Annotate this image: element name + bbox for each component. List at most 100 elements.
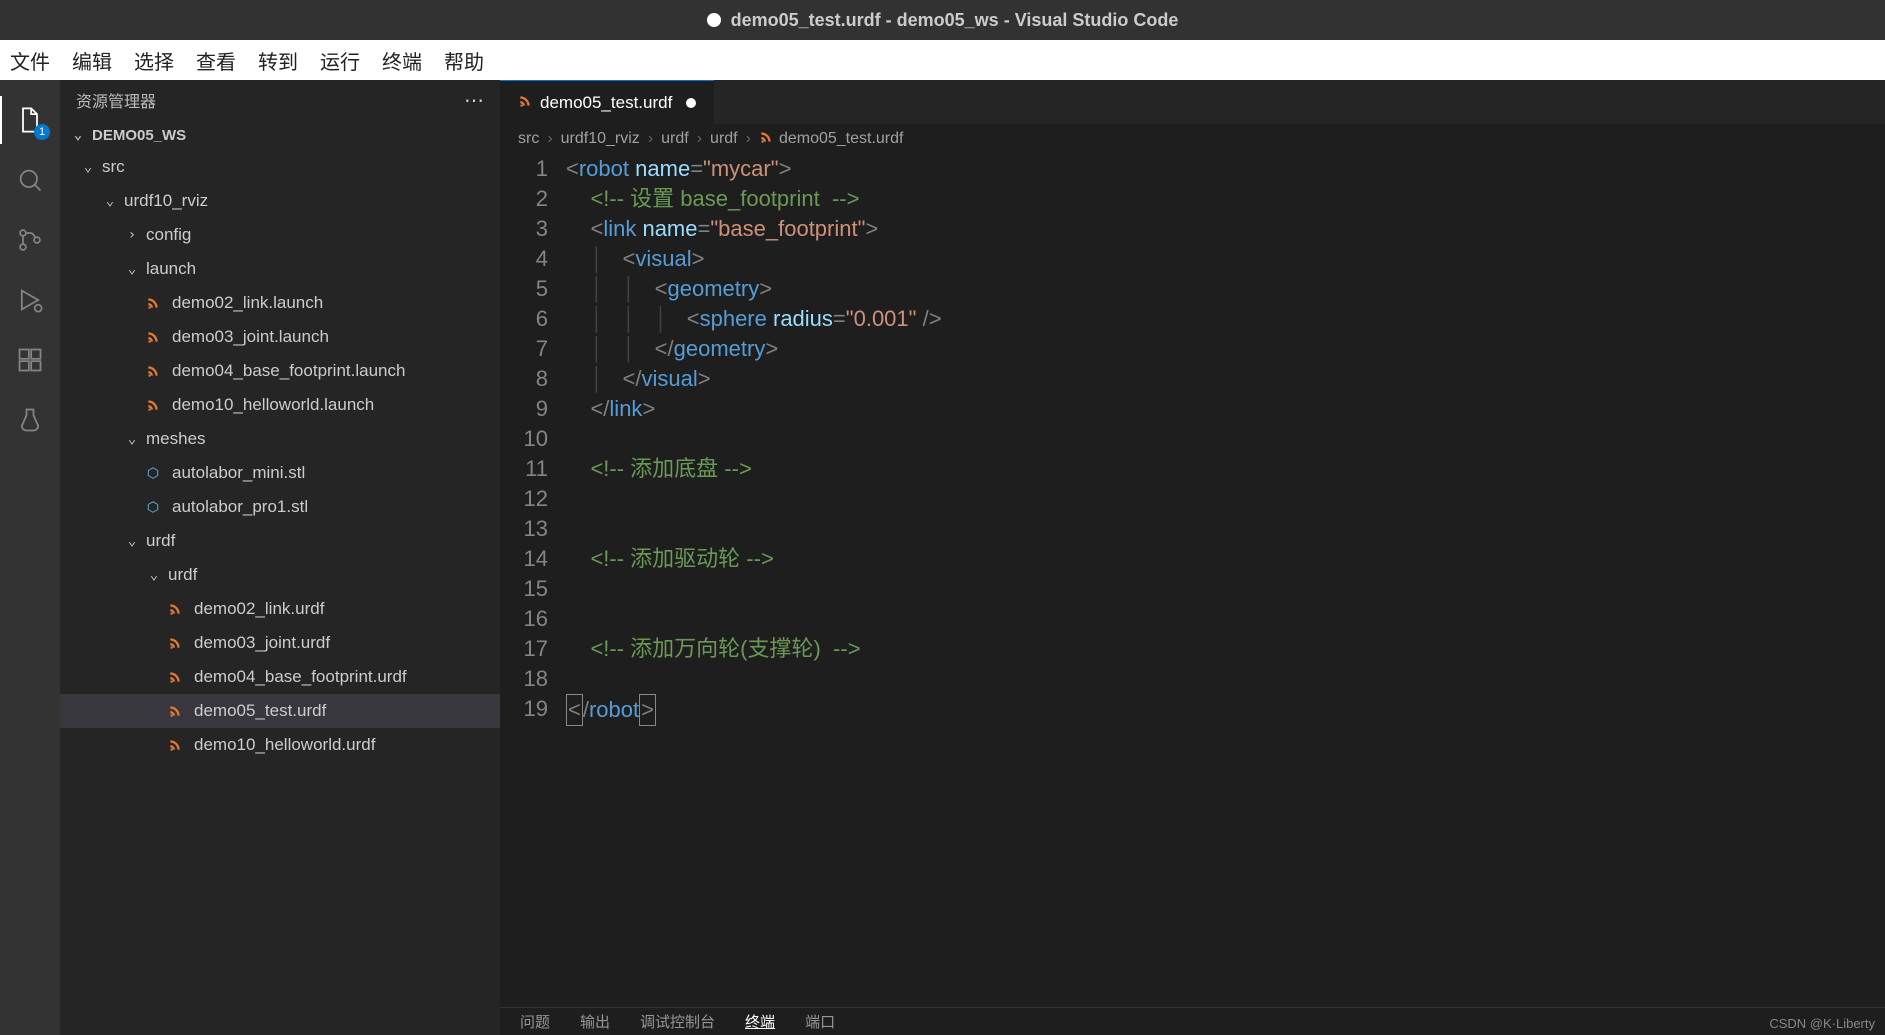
editor-tab[interactable]: demo05_test.urdf — [500, 80, 714, 124]
tree-file[interactable]: demo02_link.launch — [60, 286, 500, 320]
tree-label: demo05_test.urdf — [194, 701, 326, 721]
code-line[interactable]: </link> — [566, 394, 1885, 424]
stl-icon — [146, 466, 164, 480]
code-line[interactable]: │ │ </geometry> — [566, 334, 1885, 364]
tree-label: urdf — [168, 565, 197, 585]
line-number: 1 — [500, 154, 548, 184]
tree-folder[interactable]: ⌄launch — [60, 252, 500, 286]
code-line[interactable]: │ </visual> — [566, 364, 1885, 394]
menu-item[interactable]: 选择 — [134, 46, 174, 75]
menu-item[interactable]: 终端 — [382, 46, 422, 75]
code-line[interactable]: <robot name="mycar"> — [566, 154, 1885, 184]
tree-folder[interactable]: ⌄src — [60, 150, 500, 184]
tree-file[interactable]: demo02_link.urdf — [60, 592, 500, 626]
panel-tab[interactable]: 问题 — [520, 1011, 550, 1032]
code-line[interactable]: <!-- 设置 base_footprint --> — [566, 184, 1885, 214]
tree-file[interactable]: autolabor_mini.stl — [60, 456, 500, 490]
code-line[interactable]: │ <visual> — [566, 244, 1885, 274]
tree-label: meshes — [146, 429, 206, 449]
code-line[interactable] — [566, 514, 1885, 544]
editor-area: demo05_test.urdf src›urdf10_rviz›urdf›ur… — [500, 80, 1885, 1035]
line-number: 18 — [500, 664, 548, 694]
line-number: 7 — [500, 334, 548, 364]
breadcrumbs[interactable]: src›urdf10_rviz›urdf›urdf›demo05_test.ur… — [500, 124, 1885, 154]
code-line[interactable] — [566, 424, 1885, 454]
breadcrumb-item[interactable]: src — [518, 130, 539, 148]
code-line[interactable]: │ │ <geometry> — [566, 274, 1885, 304]
menu-item[interactable]: 文件 — [10, 46, 50, 75]
extensions-icon[interactable] — [6, 336, 54, 384]
tree-file[interactable]: demo04_base_footprint.urdf — [60, 660, 500, 694]
explorer-badge: 1 — [34, 124, 50, 140]
run-debug-icon[interactable] — [6, 276, 54, 324]
menu-item[interactable]: 运行 — [320, 46, 360, 75]
code-line[interactable] — [566, 604, 1885, 634]
file-tree: ⌄src⌄urdf10_rviz›config⌄launchdemo02_lin… — [60, 150, 500, 1035]
tree-folder[interactable]: ⌄urdf10_rviz — [60, 184, 500, 218]
rss-icon — [168, 670, 186, 684]
breadcrumb-separator-icon: › — [648, 130, 653, 148]
line-number: 16 — [500, 604, 548, 634]
tree-file[interactable]: autolabor_pro1.stl — [60, 490, 500, 524]
code-area[interactable]: 12345678910111213141516171819 <robot nam… — [500, 154, 1885, 1035]
chevron-down-icon: ⌄ — [124, 533, 140, 549]
breadcrumb-item[interactable]: demo05_test.urdf — [779, 130, 904, 148]
explorer-icon[interactable]: 1 — [6, 96, 54, 144]
chevron-right-icon: › — [124, 227, 140, 243]
sidebar: 资源管理器 ⋯ ⌄ DEMO05_WS ⌄src⌄urdf10_rviz›con… — [60, 80, 500, 1035]
breadcrumb-item[interactable]: urdf — [661, 130, 689, 148]
line-number: 12 — [500, 484, 548, 514]
code-line[interactable]: <!-- 添加万向轮(支撑轮) --> — [566, 634, 1885, 664]
code-line[interactable] — [566, 574, 1885, 604]
panel-tab[interactable]: 调试控制台 — [640, 1011, 715, 1032]
line-number: 19 — [500, 694, 548, 724]
testing-icon[interactable] — [6, 396, 54, 444]
tree-file[interactable]: demo10_helloworld.urdf — [60, 728, 500, 762]
tree-label: autolabor_pro1.stl — [172, 497, 308, 517]
breadcrumb-separator-icon: › — [697, 130, 702, 148]
tab-bar: demo05_test.urdf — [500, 80, 1885, 124]
tree-file[interactable]: demo03_joint.launch — [60, 320, 500, 354]
panel-tab[interactable]: 输出 — [580, 1011, 610, 1032]
tree-label: demo10_helloworld.launch — [172, 395, 374, 415]
code-line[interactable] — [566, 664, 1885, 694]
tree-label: urdf — [146, 531, 175, 551]
line-number: 15 — [500, 574, 548, 604]
code-line[interactable]: <!-- 添加驱动轮 --> — [566, 544, 1885, 574]
line-number: 14 — [500, 544, 548, 574]
sidebar-more-icon[interactable]: ⋯ — [464, 88, 484, 113]
line-gutter: 12345678910111213141516171819 — [500, 154, 566, 1035]
code-content[interactable]: <robot name="mycar"> <!-- 设置 base_footpr… — [566, 154, 1885, 1035]
rss-icon — [146, 296, 164, 310]
breadcrumb-item[interactable]: urdf10_rviz — [561, 130, 640, 148]
tree-folder[interactable]: ›config — [60, 218, 500, 252]
code-line[interactable]: │ │ │ <sphere radius="0.001" /> — [566, 304, 1885, 334]
code-line[interactable]: <link name="base_footprint"> — [566, 214, 1885, 244]
tree-folder[interactable]: ⌄urdf — [60, 558, 500, 592]
rss-icon — [146, 330, 164, 344]
tree-file[interactable]: demo10_helloworld.launch — [60, 388, 500, 422]
rss-icon — [759, 130, 773, 149]
menu-item[interactable]: 查看 — [196, 46, 236, 75]
window-titlebar: demo05_test.urdf - demo05_ws - Visual St… — [0, 0, 1885, 40]
tree-file[interactable]: demo05_test.urdf — [60, 694, 500, 728]
panel-tab[interactable]: 终端 — [745, 1011, 775, 1032]
tree-file[interactable]: demo04_base_footprint.launch — [60, 354, 500, 388]
menu-item[interactable]: 编辑 — [72, 46, 112, 75]
breadcrumb-item[interactable]: urdf — [710, 130, 738, 148]
rss-icon — [168, 738, 186, 752]
panel-tab[interactable]: 端口 — [805, 1011, 835, 1032]
code-line[interactable]: </robot> — [566, 694, 1885, 724]
source-control-icon[interactable] — [6, 216, 54, 264]
menu-item[interactable]: 帮助 — [444, 46, 484, 75]
project-title-row[interactable]: ⌄ DEMO05_WS — [60, 120, 500, 150]
tree-folder[interactable]: ⌄meshes — [60, 422, 500, 456]
code-line[interactable] — [566, 484, 1885, 514]
chevron-down-icon: ⌄ — [102, 193, 118, 209]
code-line[interactable]: <!-- 添加底盘 --> — [566, 454, 1885, 484]
chevron-down-icon: ⌄ — [70, 127, 86, 143]
tree-file[interactable]: demo03_joint.urdf — [60, 626, 500, 660]
tree-folder[interactable]: ⌄ urdf — [60, 524, 500, 558]
menu-item[interactable]: 转到 — [258, 46, 298, 75]
search-icon[interactable] — [6, 156, 54, 204]
